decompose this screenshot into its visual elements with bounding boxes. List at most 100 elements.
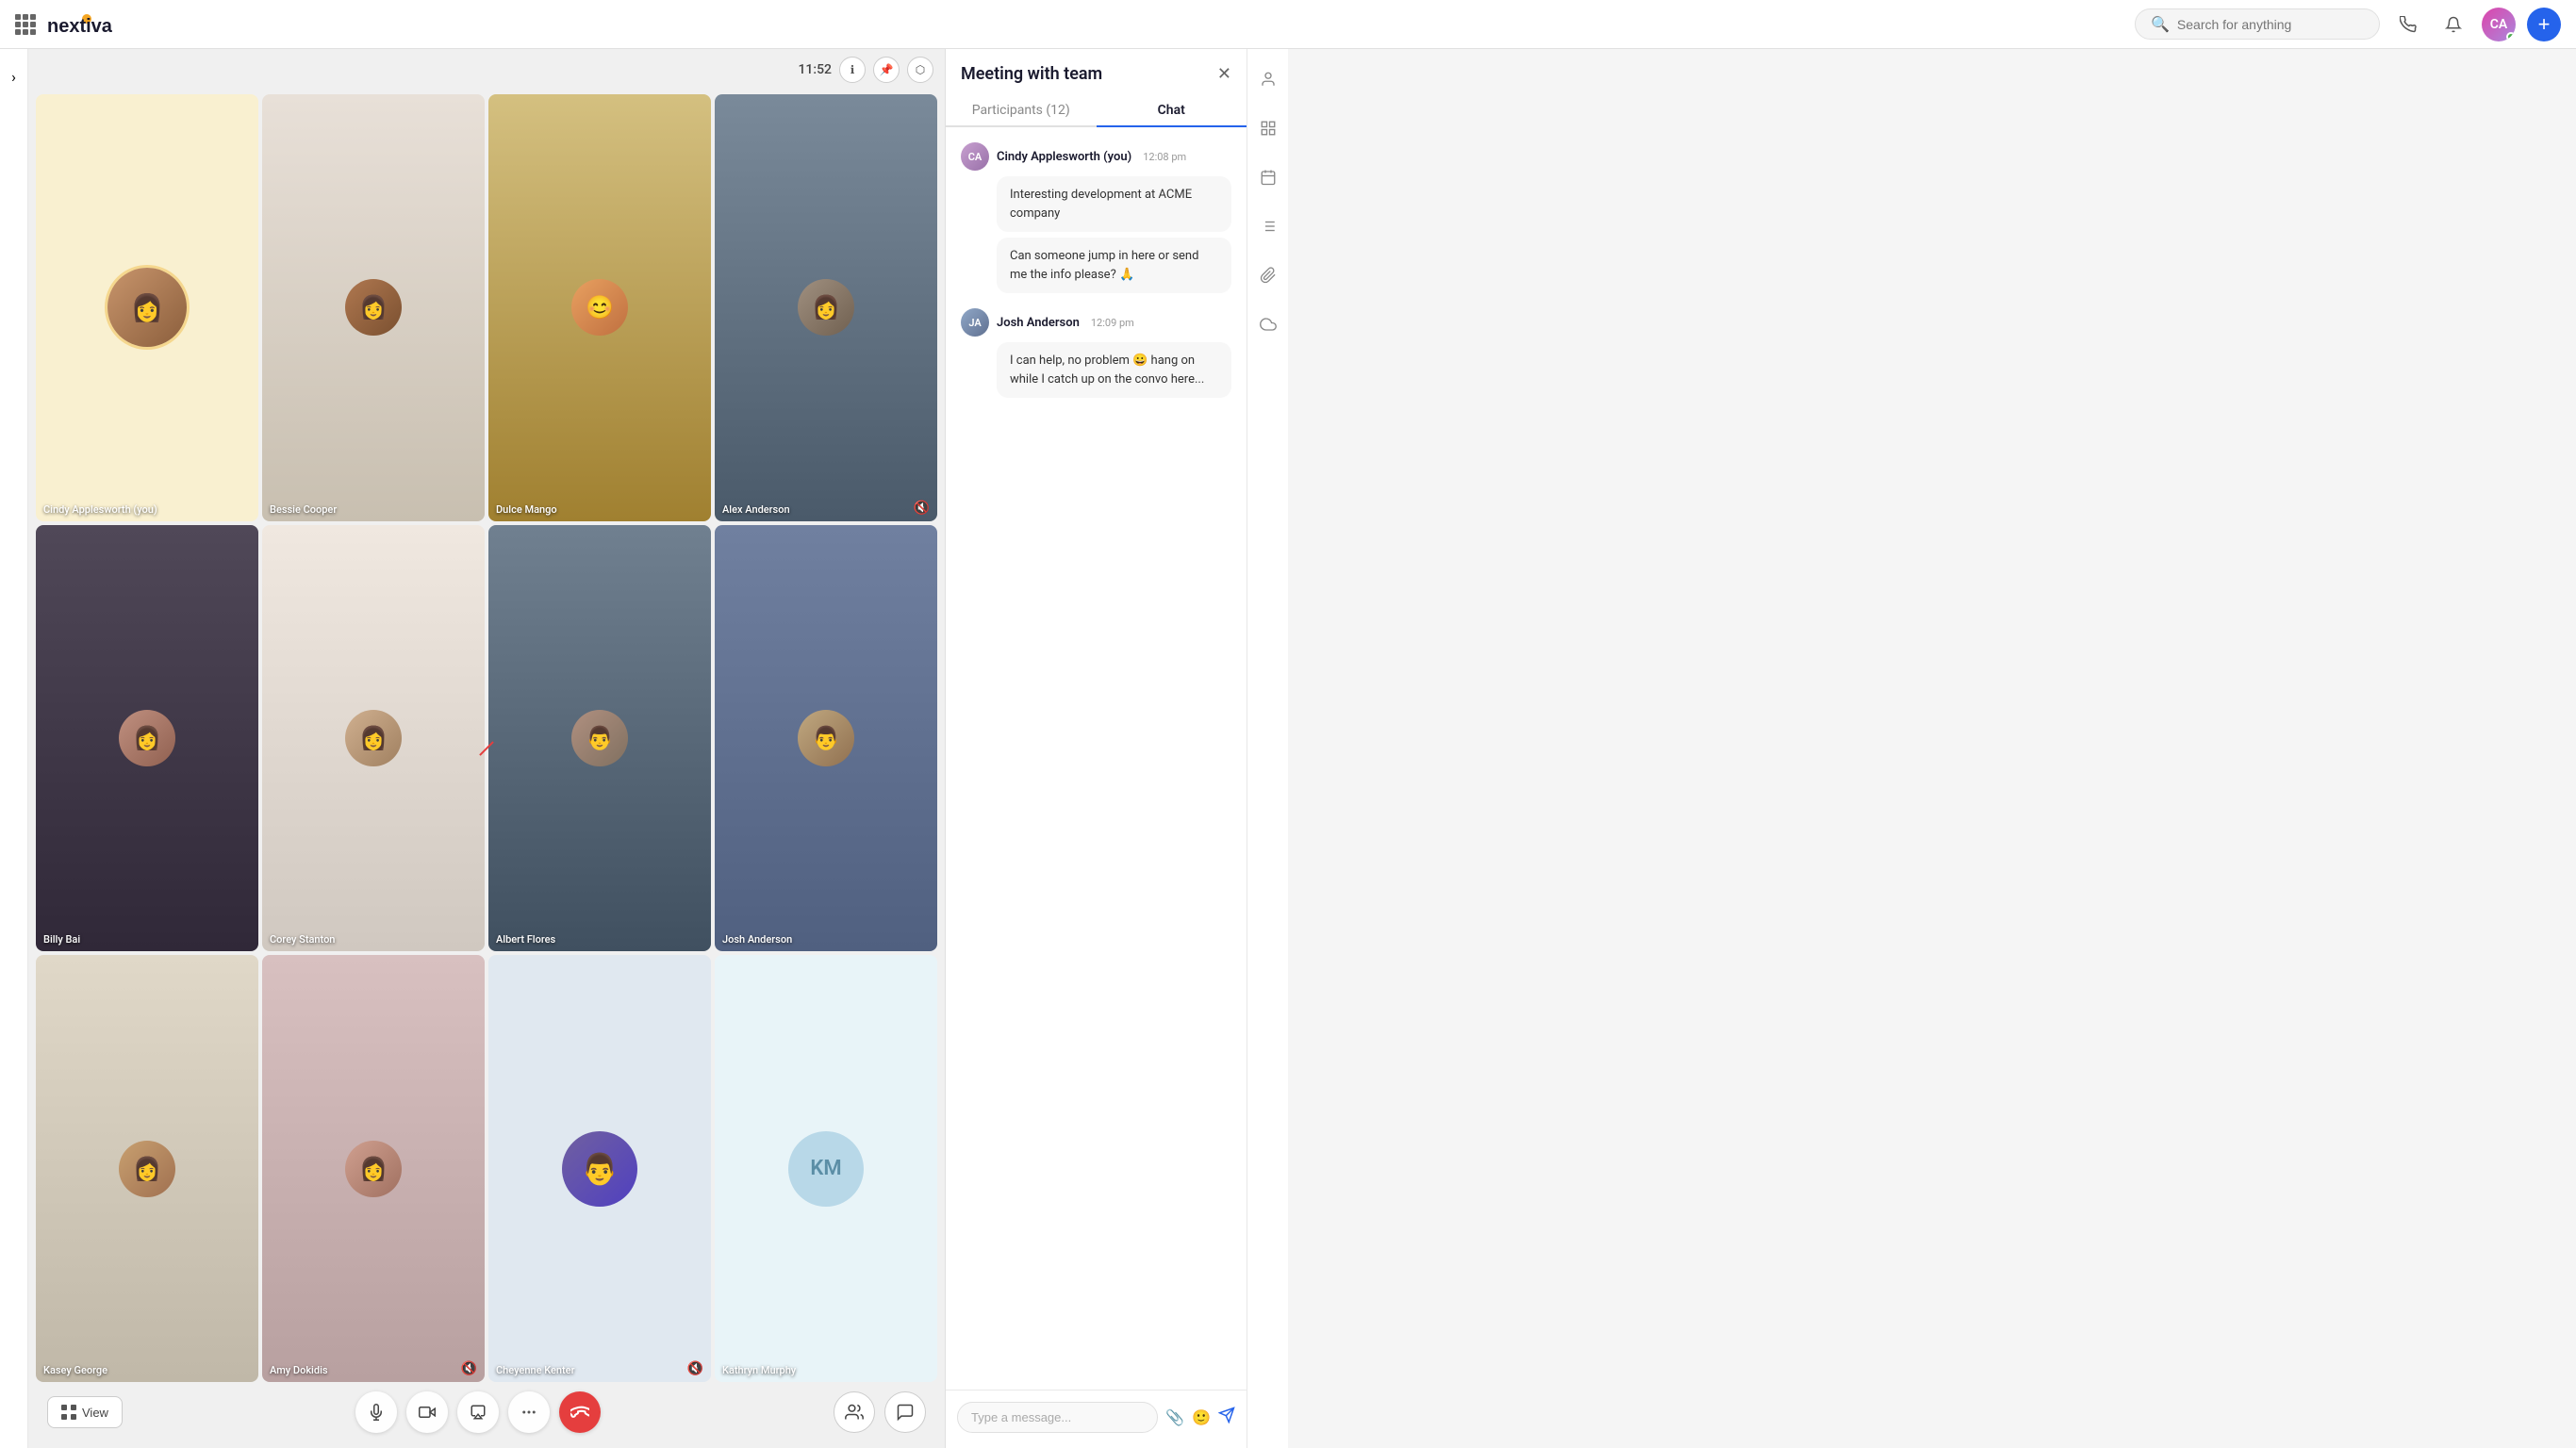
sidebar-toggle[interactable]: ›	[0, 49, 28, 1448]
video-cell-albert: 👨 Albert Flores	[488, 525, 711, 952]
kathryn-participant: KM	[715, 955, 937, 1382]
cell-name-dulce: Dulce Mango	[496, 503, 557, 516]
logo: nextiva	[47, 11, 132, 38]
main-layout: › 11:52 ℹ 📌 ⬡ 👩 Cindy Applesworth (you)	[0, 49, 1288, 1448]
message-group-josh: JA Josh Anderson 12:09 pm I can help, no…	[961, 308, 1231, 398]
msg-header-josh: JA Josh Anderson 12:09 pm	[961, 308, 1231, 337]
chat-messages: CA Cindy Applesworth (you) 12:08 pm Inte…	[946, 127, 1247, 1390]
header-right: 🔍 CA +	[2135, 8, 2561, 41]
svg-text:nextiva: nextiva	[47, 16, 113, 37]
video-cell-cheyenne: 👨 Cheyenne Kenter 🔇	[488, 955, 711, 1382]
video-cell-amy: 👩 Amy Dokidis 🔇	[262, 955, 485, 1382]
msg-avatar-cindy: CA	[961, 142, 989, 171]
cell-name-bessie: Bessie Cooper	[270, 503, 337, 516]
user-avatar[interactable]: CA	[2482, 8, 2516, 41]
panel-title: Meeting with team	[961, 64, 1102, 84]
video-cell-dulce: 😊 Dulce Mango	[488, 94, 711, 521]
video-cell-corey: 👩 Corey Stanton	[262, 525, 485, 952]
video-area: 11:52 ℹ 📌 ⬡ 👩 Cindy Applesworth (you) 👩	[28, 49, 945, 1448]
msg-time-cindy: 12:08 pm	[1143, 151, 1186, 163]
tab-chat[interactable]: Chat	[1097, 95, 1247, 127]
cell-name-kasey: Kasey George	[43, 1364, 107, 1376]
info-button[interactable]: ℹ	[839, 57, 866, 83]
search-icon: 🔍	[2151, 15, 2170, 33]
self-participant: 👩	[36, 94, 258, 521]
more-button[interactable]	[508, 1391, 550, 1433]
right-sidebar	[1247, 49, 1288, 1448]
online-status-dot	[2506, 32, 2516, 41]
search-bar[interactable]: 🔍	[2135, 8, 2380, 40]
video-cell-cindy: 👩 Cindy Applesworth (you)	[36, 94, 258, 521]
create-button[interactable]: +	[2527, 8, 2561, 41]
chat-panel: Meeting with team ✕ Participants (12) Ch…	[945, 49, 1247, 1448]
pin-button[interactable]: 📌	[873, 57, 900, 83]
app-header: nextiva 🔍 CA +	[0, 0, 2576, 49]
sidebar-grid-icon[interactable]	[1253, 113, 1283, 143]
expand-button[interactable]: ⬡	[907, 57, 933, 83]
sidebar-tasks-icon[interactable]	[1253, 211, 1283, 241]
message-group-cindy: CA Cindy Applesworth (you) 12:08 pm Inte…	[961, 142, 1231, 293]
video-cell-alex: 👩 Alex Anderson 🔇	[715, 94, 937, 521]
msg-sender-cindy: Cindy Applesworth (you)	[997, 150, 1131, 164]
sidebar-cloud-icon[interactable]	[1253, 309, 1283, 339]
self-avatar: 👩	[105, 265, 190, 350]
header-left: nextiva	[15, 11, 132, 38]
video-cell-josh: 👨 Josh Anderson	[715, 525, 937, 952]
video-cell-billy: 👩 Billy Bai	[36, 525, 258, 952]
msg-avatar-josh: JA	[961, 308, 989, 337]
cheyenne-mute-icon: 🔇	[687, 1361, 703, 1376]
video-cell-kasey: 👩 Kasey George	[36, 955, 258, 1382]
cell-name-josh: Josh Anderson	[722, 933, 792, 946]
panel-tabs: Participants (12) Chat	[946, 95, 1247, 127]
controls-center	[355, 1391, 601, 1433]
tab-participants[interactable]: Participants (12)	[946, 95, 1097, 127]
bottom-controls: View	[28, 1382, 945, 1448]
close-panel-button[interactable]: ✕	[1217, 64, 1231, 84]
sidebar-calendar-icon[interactable]	[1253, 162, 1283, 192]
kathryn-initials: KM	[788, 1131, 864, 1207]
cell-name-cheyenne: Cheyenne Kenter	[496, 1364, 574, 1376]
participants-button[interactable]	[834, 1391, 875, 1433]
msg-time-josh: 12:09 pm	[1091, 317, 1134, 329]
chat-toggle-button[interactable]	[884, 1391, 926, 1433]
cheyenne-participant: 👨	[488, 955, 711, 1382]
msg-header-cindy: CA Cindy Applesworth (you) 12:08 pm	[961, 142, 1231, 171]
meeting-time: 11:52	[798, 62, 832, 77]
cell-name-corey: Corey Stanton	[270, 933, 335, 946]
logo-svg: nextiva	[47, 11, 132, 38]
sidebar-user-icon[interactable]	[1253, 64, 1283, 94]
msg-bubble-cindy-2: Can someone jump in here or send me the …	[997, 238, 1231, 293]
msg-sender-josh: Josh Anderson	[997, 316, 1080, 330]
app-grid-button[interactable]	[15, 14, 36, 35]
cell-name-albert: Albert Flores	[496, 933, 555, 946]
phone-button[interactable]	[2391, 8, 2425, 41]
controls-right	[834, 1391, 926, 1433]
video-toolbar: 11:52 ℹ 📌 ⬡	[786, 49, 945, 90]
cell-name-cindy: Cindy Applesworth (you)	[43, 503, 157, 516]
view-button[interactable]: View	[47, 1396, 123, 1428]
attachment-button[interactable]: 📎	[1165, 1408, 1184, 1427]
video-grid: 👩 Cindy Applesworth (you) 👩 Bessie Coope…	[28, 87, 945, 1382]
send-button[interactable]	[1218, 1407, 1235, 1428]
panel-header: Meeting with team ✕	[946, 49, 1247, 84]
video-cell-kathryn: KM Kathryn Murphy	[715, 955, 937, 1382]
notifications-button[interactable]	[2436, 8, 2470, 41]
emoji-button[interactable]: 🙂	[1192, 1408, 1211, 1427]
view-icon	[61, 1405, 76, 1420]
cell-name-amy: Amy Dokidis	[270, 1364, 328, 1376]
chat-input-area: 📎 🙂	[946, 1390, 1247, 1448]
chat-input[interactable]	[957, 1402, 1158, 1433]
sidebar-attachment-icon[interactable]	[1253, 260, 1283, 290]
cell-name-billy: Billy Bai	[43, 933, 80, 946]
amy-mute-icon: 🔇	[461, 1361, 477, 1376]
chevron-right-icon: ›	[11, 68, 16, 86]
share-screen-button[interactable]	[457, 1391, 499, 1433]
video-cell-bessie: 👩 Bessie Cooper	[262, 94, 485, 521]
cell-name-kathryn: Kathryn Murphy	[722, 1364, 796, 1376]
search-input[interactable]	[2177, 17, 2364, 32]
end-call-button[interactable]	[559, 1391, 601, 1433]
mic-button[interactable]	[355, 1391, 397, 1433]
cell-name-alex: Alex Anderson	[722, 503, 790, 516]
msg-bubble-cindy-1: Interesting development at ACME company	[997, 176, 1231, 232]
video-button[interactable]	[406, 1391, 448, 1433]
